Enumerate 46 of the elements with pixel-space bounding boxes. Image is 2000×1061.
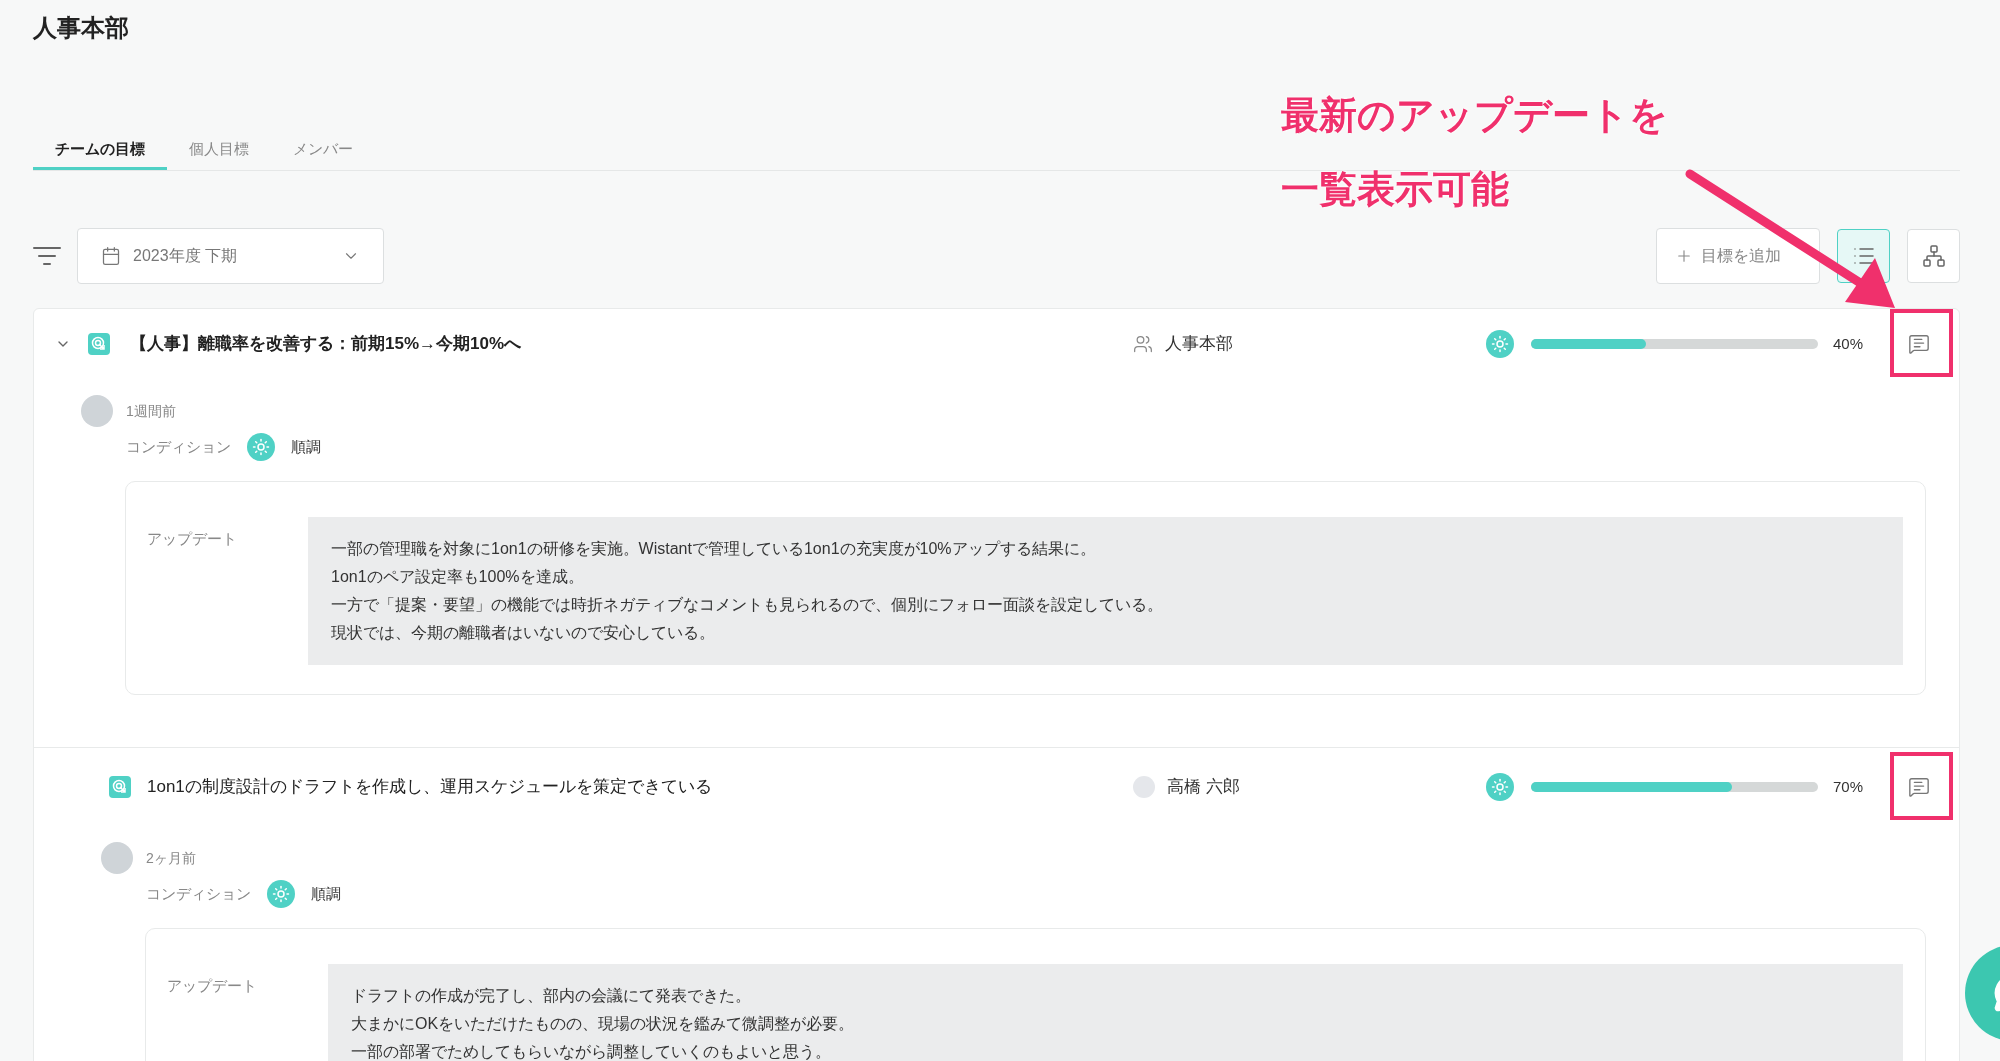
condition-value: 順調 bbox=[311, 883, 341, 904]
page-title: 人事本部 bbox=[33, 13, 130, 43]
target-icon bbox=[109, 776, 131, 798]
condition-label: コンディション bbox=[126, 436, 231, 457]
update-time: 1週間前 bbox=[126, 401, 176, 421]
tab[interactable]: メンバー bbox=[271, 132, 375, 170]
update-text-line: 一部の管理職を対象に1on1の研修を実施。Wistantで管理している1on1の充実度が10%アップする結果に。 bbox=[331, 539, 1096, 559]
calendar-icon bbox=[101, 246, 121, 266]
annotation-text: 一覧表示可能 bbox=[1281, 167, 1510, 212]
update-text-line: 1on1のペア設定率も100%を達成。 bbox=[331, 567, 584, 587]
sun-icon bbox=[267, 880, 295, 908]
progress-percent: 40% bbox=[1833, 333, 1865, 354]
users-icon bbox=[1133, 334, 1153, 354]
goal-title[interactable]: 1on1の制度設計のドラフトを作成し、運用スケジュールを策定できている bbox=[147, 774, 1133, 800]
sun-icon bbox=[1486, 330, 1514, 358]
update-text-line: 大まかにOKをいただけたものの、現場の状況を鑑みて微調整が必要。 bbox=[351, 1014, 855, 1034]
update-text-line: ドラフトの作成が完了し、部内の会議にて発表できた。 bbox=[351, 986, 751, 1006]
condition-value: 順調 bbox=[291, 436, 321, 457]
sun-icon bbox=[247, 433, 275, 461]
period-dropdown[interactable]: 2023年度 下期 bbox=[77, 228, 384, 284]
update-label: アップデート bbox=[167, 977, 257, 994]
annotation-text: 最新のアップデートを bbox=[1281, 93, 1668, 138]
update-time: 2ヶ月前 bbox=[146, 848, 196, 868]
goal-title[interactable]: 【人事】離職率を改善する：前期15%→今期10%へ bbox=[130, 331, 1133, 357]
owner-name: 高橋 六郎 bbox=[1167, 776, 1240, 799]
avatar-placeholder bbox=[1133, 776, 1155, 798]
avatar-placeholder bbox=[81, 395, 113, 427]
update-text-line: 現状では、今期の離職者はいないので安心している。 bbox=[331, 623, 715, 643]
condition-label: コンディション bbox=[146, 883, 251, 904]
target-icon bbox=[88, 333, 110, 355]
tree-view-button[interactable] bbox=[1907, 229, 1960, 283]
update-text-line: 一部の部署でためしてもらいながら調整していくのもよいと思う。 bbox=[351, 1042, 831, 1061]
update-label: アップデート bbox=[147, 530, 237, 547]
tab[interactable]: 個人目標 bbox=[167, 132, 271, 170]
filter-icon bbox=[33, 246, 61, 266]
hierarchy-icon bbox=[1921, 244, 1946, 268]
comment-icon bbox=[1908, 776, 1930, 798]
avatar-placeholder bbox=[101, 842, 133, 874]
update-text-line: 一方で「提案・要望」の機能では時折ネガティブなコメントも見られるので、個別にフォロー面談を設定している。 bbox=[331, 595, 1163, 615]
plus-icon bbox=[1675, 247, 1693, 265]
progress-percent: 70% bbox=[1833, 776, 1865, 797]
comment-icon bbox=[1908, 333, 1930, 355]
owner-name: 人事本部 bbox=[1165, 333, 1233, 356]
tab[interactable]: チームの目標 bbox=[33, 132, 167, 170]
sun-icon bbox=[1486, 773, 1514, 801]
add-goal-button[interactable]: 目標を追加 bbox=[1656, 228, 1820, 284]
